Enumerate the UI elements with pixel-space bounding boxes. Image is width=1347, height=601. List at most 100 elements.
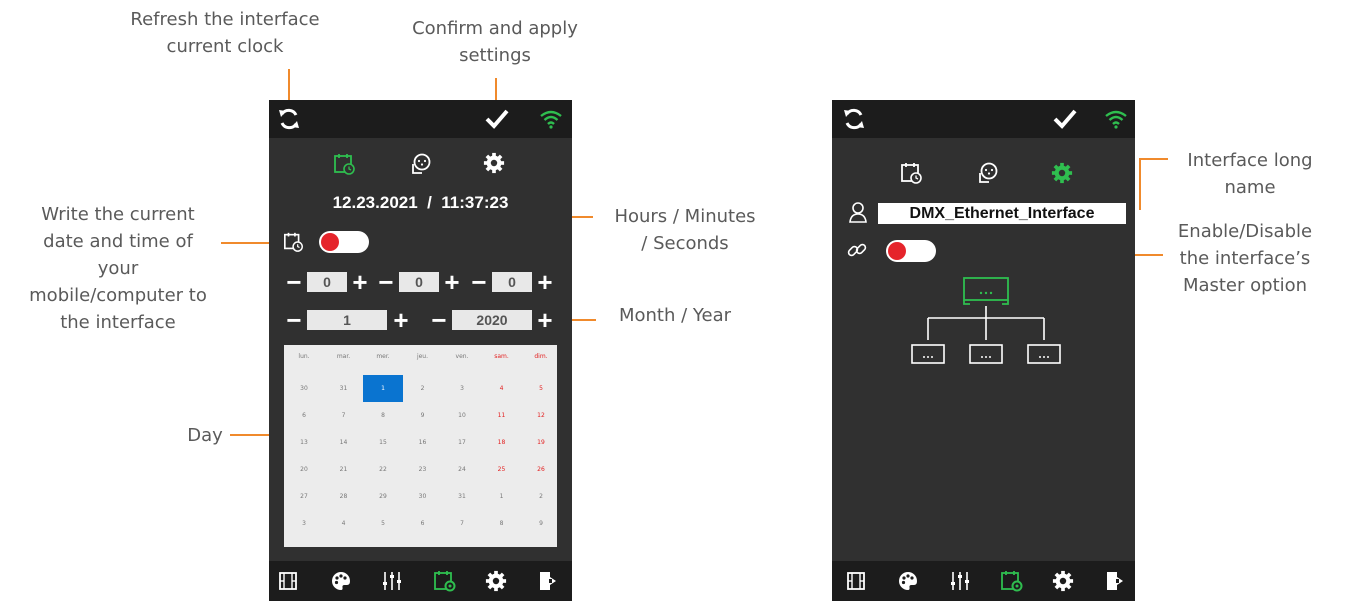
refresh-icon[interactable] bbox=[842, 107, 866, 131]
year-value[interactable]: 2020 bbox=[452, 310, 532, 330]
calendar-day[interactable]: 21 bbox=[324, 456, 364, 483]
exit-icon[interactable] bbox=[1104, 570, 1126, 592]
calendar-day[interactable]: 8 bbox=[363, 402, 403, 429]
calendar-day[interactable]: 27 bbox=[284, 483, 324, 510]
interface-name-input[interactable]: DMX_Ethernet_Interface bbox=[878, 203, 1126, 224]
callout-month-year: Month / Year bbox=[618, 305, 732, 326]
calendar-day[interactable]: 2 bbox=[521, 483, 561, 510]
calendar-day[interactable]: 24 bbox=[442, 456, 482, 483]
checkmark-icon[interactable] bbox=[1052, 108, 1078, 130]
calendar-day[interactable]: 10 bbox=[442, 402, 482, 429]
calendar-day[interactable]: 4 bbox=[482, 375, 522, 402]
right-phone-screen: DMX_Ethernet_Interface bbox=[832, 100, 1135, 601]
hours-plus-button[interactable]: + bbox=[350, 269, 370, 295]
calendar-day[interactable]: 14 bbox=[324, 429, 364, 456]
calendar-day[interactable]: 15 bbox=[363, 429, 403, 456]
calendar-day[interactable]: 3 bbox=[284, 510, 324, 537]
month-minus-button[interactable]: − bbox=[284, 307, 304, 333]
calendar-day[interactable]: 18 bbox=[482, 429, 522, 456]
calendar-day[interactable]: 30 bbox=[284, 375, 324, 402]
left-phone-screen: 12.23.2021 / 11:37:23 − 0 + − 0 + − 0 + … bbox=[269, 100, 572, 601]
sliders-icon[interactable] bbox=[949, 570, 971, 592]
calendar-day[interactable]: 8 bbox=[482, 510, 522, 537]
calendar-clock-icon[interactable] bbox=[900, 161, 924, 185]
gear-icon[interactable] bbox=[1051, 162, 1073, 184]
palette-icon[interactable] bbox=[897, 570, 919, 592]
gear-nav-icon[interactable] bbox=[485, 570, 507, 592]
hours-minus-button[interactable]: − bbox=[284, 269, 304, 295]
bottom-nav bbox=[832, 561, 1135, 601]
calendar-day[interactable]: 17 bbox=[442, 429, 482, 456]
calendar-day[interactable]: 28 bbox=[324, 483, 364, 510]
calendar-day[interactable]: 12 bbox=[521, 402, 561, 429]
calendar-weekday: ven. bbox=[455, 353, 469, 360]
wifi-icon bbox=[540, 110, 562, 129]
calendar-day[interactable]: 13 bbox=[284, 429, 324, 456]
calendar-day[interactable]: 22 bbox=[363, 456, 403, 483]
calendar-day[interactable]: 6 bbox=[403, 510, 443, 537]
callout-master: Enable/Disable the interface’s Master op… bbox=[1177, 221, 1313, 296]
palette-icon[interactable] bbox=[330, 570, 352, 592]
calendar-day[interactable]: 19 bbox=[521, 429, 561, 456]
calendar-day[interactable]: 23 bbox=[403, 456, 443, 483]
year-plus-button[interactable]: + bbox=[535, 307, 555, 333]
year-minus-button[interactable]: − bbox=[429, 307, 449, 333]
calendar-day[interactable]: 5 bbox=[363, 510, 403, 537]
month-value[interactable]: 1 bbox=[307, 310, 387, 330]
exit-icon[interactable] bbox=[537, 570, 559, 592]
master-toggle[interactable] bbox=[886, 240, 936, 262]
calendar-day[interactable]: 7 bbox=[324, 402, 364, 429]
calendar-day[interactable]: 2 bbox=[403, 375, 443, 402]
top-bar bbox=[832, 100, 1135, 138]
calendar-day[interactable]: 20 bbox=[284, 456, 324, 483]
calendar-day[interactable]: 5 bbox=[521, 375, 561, 402]
calendar-clock-small-icon bbox=[284, 232, 303, 252]
minutes-minus-button[interactable]: − bbox=[376, 269, 396, 295]
toggle-knob bbox=[321, 233, 339, 251]
calendar-day[interactable]: 30 bbox=[403, 483, 443, 510]
month-plus-button[interactable]: + bbox=[391, 307, 411, 333]
sync-time-toggle[interactable] bbox=[319, 231, 369, 253]
calendar-day[interactable]: 1 bbox=[363, 375, 403, 402]
calendar-gear-icon[interactable] bbox=[433, 569, 457, 593]
hours-value[interactable]: 0 bbox=[307, 272, 347, 292]
calendar-day[interactable]: 7 bbox=[442, 510, 482, 537]
minutes-plus-button[interactable]: + bbox=[442, 269, 462, 295]
calendar-day[interactable]: 9 bbox=[403, 402, 443, 429]
datetime-display: 12.23.2021 / 11:37:23 bbox=[332, 193, 509, 212]
calendar-weekday: jeu. bbox=[416, 353, 429, 360]
calendar-day[interactable]: 16 bbox=[403, 429, 443, 456]
leader-long-name-h bbox=[1140, 158, 1168, 160]
calendar-clock-icon[interactable] bbox=[333, 152, 357, 176]
seconds-minus-button[interactable]: − bbox=[469, 269, 489, 295]
film-icon[interactable] bbox=[278, 571, 298, 591]
seconds-value[interactable]: 0 bbox=[492, 272, 532, 292]
seconds-plus-button[interactable]: + bbox=[535, 269, 555, 295]
calendar-day[interactable]: 29 bbox=[363, 483, 403, 510]
film-icon[interactable] bbox=[846, 571, 866, 591]
calendar-day[interactable]: 3 bbox=[442, 375, 482, 402]
dmx-connector-icon[interactable] bbox=[409, 152, 433, 176]
calendar-day[interactable]: 9 bbox=[521, 510, 561, 537]
calendar-day[interactable]: 11 bbox=[482, 402, 522, 429]
calendar-day[interactable]: 25 bbox=[482, 456, 522, 483]
minutes-value[interactable]: 0 bbox=[399, 272, 439, 292]
gear-nav-icon[interactable] bbox=[1052, 570, 1074, 592]
master-slave-network-icon bbox=[911, 277, 1061, 364]
user-icon bbox=[849, 202, 867, 223]
refresh-icon[interactable] bbox=[277, 107, 301, 131]
sliders-icon[interactable] bbox=[381, 570, 403, 592]
top-bar bbox=[269, 100, 572, 138]
calendar-day[interactable]: 4 bbox=[324, 510, 364, 537]
calendar-day[interactable]: 1 bbox=[482, 483, 522, 510]
calendar-day[interactable]: 31 bbox=[442, 483, 482, 510]
dmx-connector-icon[interactable] bbox=[976, 161, 1000, 185]
calendar-gear-icon[interactable] bbox=[1000, 569, 1024, 593]
leader-refresh bbox=[288, 69, 290, 103]
checkmark-icon[interactable] bbox=[484, 108, 510, 130]
calendar-day[interactable]: 6 bbox=[284, 402, 324, 429]
calendar-weekday: lun. bbox=[298, 353, 310, 360]
calendar-day[interactable]: 31 bbox=[324, 375, 364, 402]
gear-icon[interactable] bbox=[483, 152, 505, 174]
calendar-day[interactable]: 26 bbox=[521, 456, 561, 483]
